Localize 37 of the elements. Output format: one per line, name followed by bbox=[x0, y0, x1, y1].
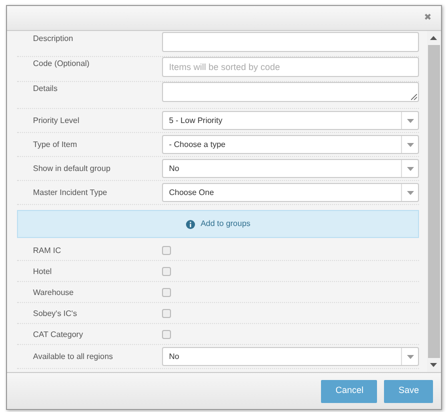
text-field[interactable]: Items will be sorted by code bbox=[162, 57, 419, 77]
resize-grip-icon bbox=[411, 94, 417, 100]
caret-icon bbox=[406, 142, 414, 146]
scroll-up-arrow-icon[interactable] bbox=[430, 36, 437, 40]
field-label: Type of Item bbox=[33, 139, 78, 151]
field-label: Sobey's IC's bbox=[33, 308, 78, 320]
field-label: Show in default group bbox=[33, 163, 112, 175]
scroll-down-arrow-icon[interactable] bbox=[430, 363, 437, 367]
field-label: Available to all regions bbox=[33, 351, 114, 363]
info-icon bbox=[186, 220, 195, 228]
caret-icon bbox=[406, 166, 414, 170]
field-label: Description bbox=[33, 33, 74, 45]
caret-icon bbox=[406, 354, 414, 358]
caret-icon bbox=[406, 190, 414, 194]
checkbox[interactable] bbox=[162, 246, 171, 254]
field-label: Priority Level bbox=[33, 115, 80, 127]
checkbox[interactable] bbox=[162, 288, 171, 296]
checkbox[interactable] bbox=[162, 266, 171, 276]
select-field[interactable]: No bbox=[162, 159, 419, 178]
textarea-field[interactable] bbox=[162, 82, 419, 102]
field-label: Master Incident Type bbox=[33, 187, 108, 199]
checkbox[interactable] bbox=[162, 330, 171, 338]
text-field[interactable] bbox=[162, 32, 419, 52]
field-label: Details bbox=[33, 83, 58, 95]
select-field[interactable]: Choose One bbox=[162, 183, 419, 202]
info-text: Add to groups bbox=[200, 218, 250, 230]
select-field[interactable]: 5 - Low Priority bbox=[162, 111, 419, 130]
field-label: Hotel bbox=[33, 266, 53, 278]
caret-icon bbox=[406, 118, 414, 122]
field-label: CAT Category bbox=[33, 328, 84, 340]
field-label: Code (Optional) bbox=[33, 58, 90, 70]
select-field[interactable]: No bbox=[162, 347, 419, 366]
checkbox[interactable] bbox=[162, 308, 171, 318]
field-label: RAM IC bbox=[33, 244, 62, 256]
field-label: Warehouse bbox=[33, 286, 75, 298]
select-field[interactable]: - Choose a type bbox=[162, 135, 419, 154]
scrollbar[interactable] bbox=[427, 31, 441, 372]
